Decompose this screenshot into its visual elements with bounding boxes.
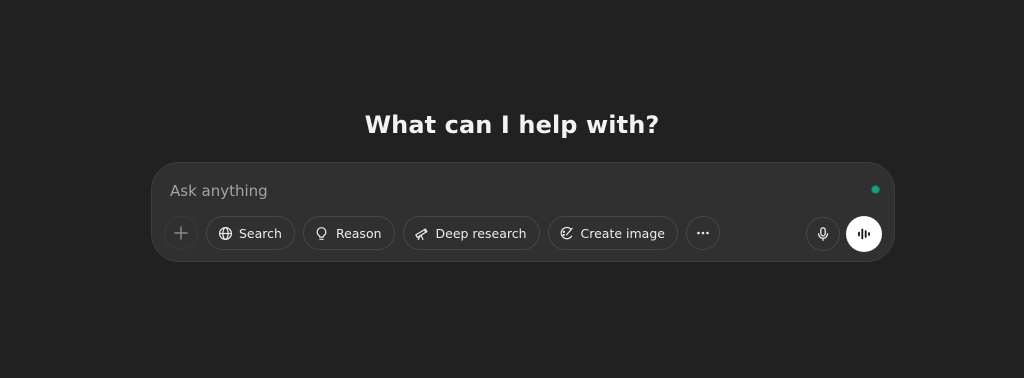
reason-button-label: Reason — [335, 225, 382, 241]
prompt-input[interactable] — [170, 177, 850, 205]
deep-research-button-label: Deep research — [435, 225, 527, 241]
search-button-label: Search — [239, 225, 282, 241]
paint-icon — [559, 225, 575, 241]
tool-bar: Search Reason Deep research Create image — [164, 216, 720, 250]
voice-mode-button[interactable] — [846, 216, 882, 252]
lightbulb-icon — [314, 225, 330, 241]
microphone-icon — [815, 226, 831, 242]
dictate-button[interactable] — [806, 217, 840, 251]
status-indicator — [872, 186, 879, 193]
search-button[interactable]: Search — [206, 216, 295, 250]
deep-research-button[interactable]: Deep research — [402, 216, 540, 250]
telescope-icon — [414, 225, 430, 241]
reason-button[interactable]: Reason — [302, 216, 395, 250]
create-image-button[interactable]: Create image — [547, 216, 678, 250]
voice-wave-icon — [856, 226, 872, 242]
plus-icon — [173, 225, 189, 241]
create-image-button-label: Create image — [580, 225, 665, 241]
more-tools-button[interactable] — [685, 216, 720, 250]
ellipsis-icon — [695, 225, 711, 241]
globe-icon — [217, 225, 233, 241]
page: What can I help with? Search — [0, 0, 1024, 378]
prompt-composer: Search Reason — [151, 162, 895, 262]
page-title: What can I help with? — [364, 111, 660, 139]
attach-button[interactable] — [164, 216, 198, 250]
voice-controls — [806, 216, 882, 252]
